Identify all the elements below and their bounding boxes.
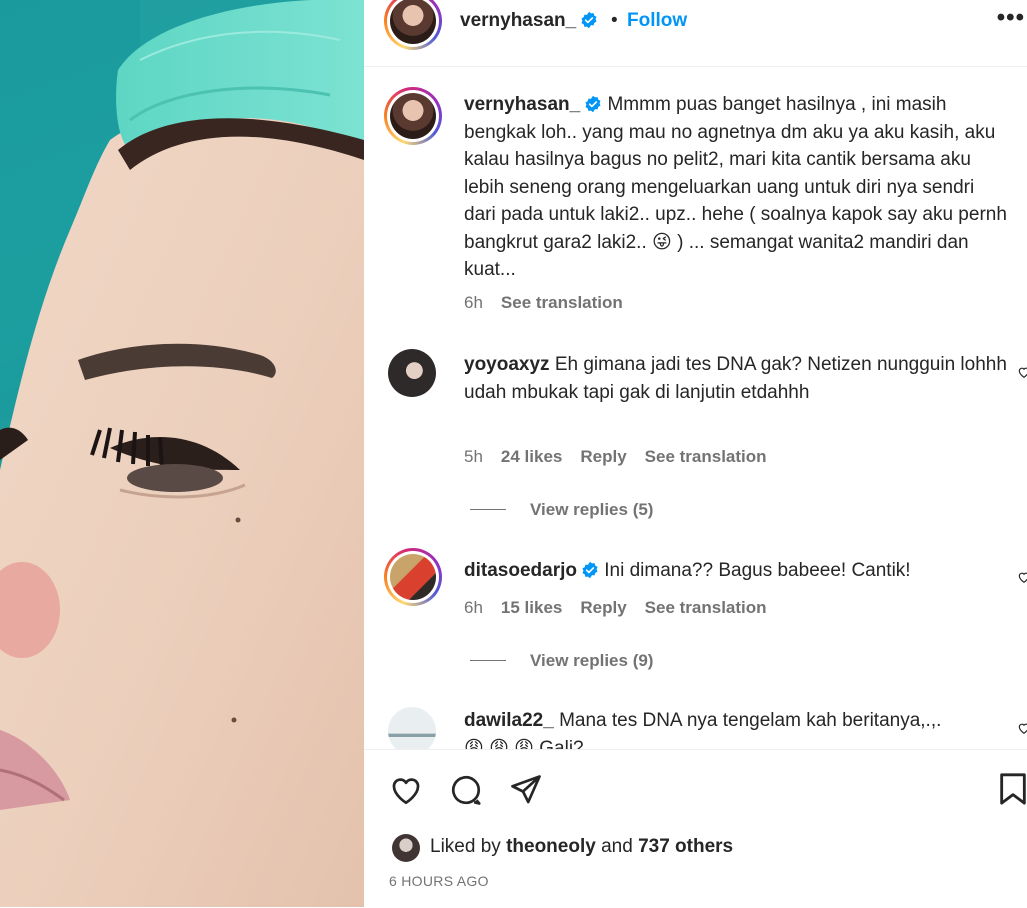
face-closeup-image: [0, 0, 364, 907]
more-options-icon[interactable]: •••: [997, 4, 1025, 32]
view-replies-button[interactable]: View replies (9): [470, 651, 653, 671]
comment-avatar-dawila22[interactable]: [388, 707, 436, 749]
comment-avatar-yoyoaxyz[interactable]: [388, 349, 436, 397]
share-send-icon[interactable]: [508, 772, 544, 808]
caption-time: 6h: [464, 293, 483, 312]
like-comment-icon[interactable]: [1017, 570, 1027, 584]
comment-likes[interactable]: 24 likes: [501, 447, 562, 466]
caption-username[interactable]: vernyhasan_: [464, 94, 580, 115]
comment-body-continued: 😩 😩 😩 Gali?: [464, 737, 584, 750]
author-username-header[interactable]: vernyhasan_: [460, 10, 598, 32]
comment-bubble-icon[interactable]: [448, 772, 484, 808]
comment-body: Ini dimana?? Bagus babeee! Cantik!: [604, 560, 911, 581]
comment-username[interactable]: dawila22_: [464, 710, 554, 731]
replies-divider: [470, 509, 506, 510]
reply-button[interactable]: Reply: [580, 598, 626, 617]
liked-prefix: Liked by: [430, 836, 501, 857]
comment-text: dawila22_ Mana tes DNA nya tengelam kah …: [464, 707, 1009, 749]
see-translation-link[interactable]: See translation: [645, 447, 767, 466]
comment-likes[interactable]: 15 likes: [501, 598, 562, 617]
follow-button[interactable]: Follow: [627, 10, 687, 32]
comments-list[interactable]: vernyhasan_ Mmmm puas banget hasilnya , …: [364, 67, 1027, 749]
comment-time: 5h: [464, 447, 483, 466]
like-comment-icon[interactable]: [1017, 721, 1027, 735]
instagram-post-window: vernyhasan_ • Follow ••• vernyhasan_ Mmm…: [0, 0, 1027, 908]
verified-badge-icon: [582, 561, 598, 579]
liked-by-text: Liked by theoneoly and 737 others: [430, 836, 733, 858]
post-header: vernyhasan_ • Follow •••: [364, 0, 1027, 67]
like-comment-icon[interactable]: [1017, 365, 1027, 379]
view-replies-label[interactable]: View replies (5): [530, 500, 653, 519]
comment-username[interactable]: ditasoedarjo: [464, 560, 577, 581]
caption-meta: 6h See translation: [464, 293, 641, 313]
reply-button[interactable]: Reply: [580, 447, 626, 466]
liked-others-count[interactable]: 737 others: [638, 836, 733, 857]
liked-and: and: [601, 836, 633, 857]
post-photo[interactable]: [0, 0, 364, 907]
comment-avatar-ditasoedarjo[interactable]: [384, 548, 442, 606]
liked-by-user[interactable]: theoneoly: [506, 836, 596, 857]
caption-see-translation[interactable]: See translation: [501, 293, 623, 312]
caption-body: Mmmm puas banget hasilnya , ini masih be…: [464, 94, 1007, 280]
comment-meta: 6h 15 likes Reply See translation: [464, 598, 785, 618]
see-translation-link[interactable]: See translation: [645, 598, 767, 617]
view-replies-label[interactable]: View replies (9): [530, 651, 653, 670]
like-heart-icon[interactable]: [388, 772, 424, 808]
author-username-text[interactable]: vernyhasan_: [460, 10, 576, 31]
post-side-panel: vernyhasan_ • Follow ••• vernyhasan_ Mmm…: [364, 0, 1027, 908]
view-replies-button[interactable]: View replies (5): [470, 500, 653, 520]
verified-badge-icon: [581, 11, 597, 29]
comment-text: ditasoedarjo Ini dimana?? Bagus babeee! …: [464, 557, 1009, 585]
verified-badge-icon: [585, 95, 601, 113]
post-actions-bar: Liked by theoneoly and 737 others 6 HOUR…: [364, 749, 1027, 908]
comment-username[interactable]: yoyoaxyz: [464, 354, 550, 375]
caption-text: vernyhasan_ Mmmm puas banget hasilnya , …: [464, 91, 1009, 284]
comment-time: 6h: [464, 598, 483, 617]
comment-meta: 5h 24 likes Reply See translation: [464, 447, 785, 467]
header-separator: •: [611, 10, 618, 31]
liked-by-avatar[interactable]: [392, 834, 420, 862]
caption-avatar[interactable]: [384, 87, 442, 145]
comment-body: Mana tes DNA nya tengelam kah beritanya,…: [559, 710, 942, 731]
replies-divider: [470, 660, 506, 661]
comment-text: yoyoaxyz Eh gimana jadi tes DNA gak? Net…: [464, 351, 1009, 406]
save-bookmark-icon[interactable]: [998, 772, 1027, 806]
author-avatar[interactable]: [384, 0, 442, 50]
post-timestamp[interactable]: 6 HOURS AGO: [389, 873, 489, 889]
